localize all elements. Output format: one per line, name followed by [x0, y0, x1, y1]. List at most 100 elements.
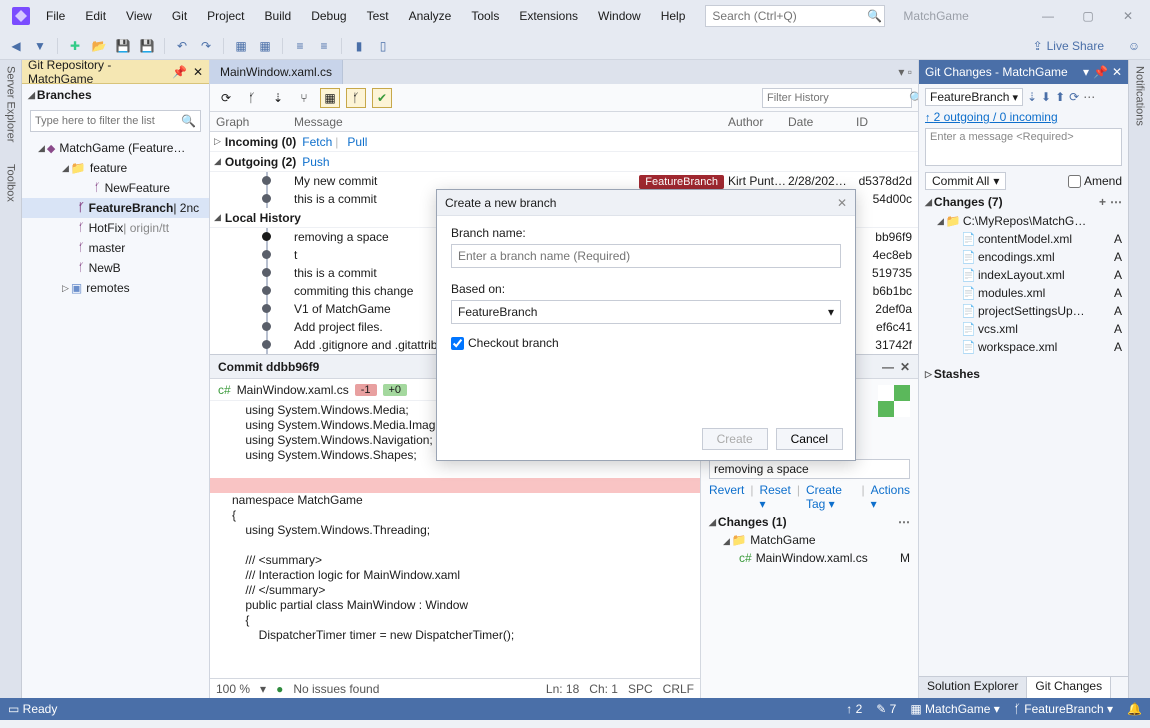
col-message[interactable]: Message	[294, 112, 728, 131]
col-author[interactable]: Author	[728, 112, 788, 131]
outdent-icon[interactable]: ≡	[314, 36, 334, 56]
branch-name-input[interactable]	[451, 244, 841, 268]
pull-link[interactable]: Pull	[347, 135, 367, 149]
close-icon[interactable]: ✕	[1112, 65, 1122, 79]
commit-message-input[interactable]: Enter a message <Required>	[925, 128, 1122, 166]
save-icon[interactable]: 💾	[113, 36, 133, 56]
dropdown-icon[interactable]: ▾	[1083, 65, 1089, 79]
menu-view[interactable]: View	[118, 5, 160, 27]
tool-icon-2[interactable]: ▦	[255, 36, 275, 56]
nav-fwd-icon[interactable]: ▼	[30, 36, 50, 56]
branch-filter-input[interactable]	[35, 115, 181, 127]
menu-test[interactable]: Test	[359, 5, 397, 27]
tree-feature-folder[interactable]: ◢📁feature	[22, 158, 209, 178]
changed-file[interactable]: 📄 vcs.xmlA	[919, 320, 1128, 338]
col-id[interactable]: ID	[856, 112, 918, 131]
tree-hotfix[interactable]: ᚶHotFix | origin/tt	[22, 218, 209, 238]
pull-icon[interactable]: ⬇	[1041, 90, 1051, 104]
tool-icon-1[interactable]: ▦	[231, 36, 251, 56]
dialog-close-icon[interactable]: ✕	[837, 196, 847, 210]
branch-selector[interactable]: FeatureBranch ▾	[925, 88, 1023, 106]
checkout-branch-checkbox[interactable]: Checkout branch	[451, 336, 841, 350]
branch-filter[interactable]: 🔍	[30, 110, 201, 132]
menu-build[interactable]: Build	[257, 5, 300, 27]
commit-all-button[interactable]: Commit All ▾	[925, 172, 1006, 190]
commit-row[interactable]: My new commitFeatureBranchKirt Punt…2/28…	[210, 172, 918, 190]
branch-icon[interactable]: ᚶ	[242, 88, 262, 108]
save-all-icon[interactable]: 💾	[137, 36, 157, 56]
tab-solution-explorer[interactable]: Solution Explorer	[919, 677, 1027, 698]
changed-file[interactable]: 📄 workspace.xmlA	[919, 338, 1128, 356]
more-icon[interactable]: ⋯	[1083, 90, 1095, 104]
tree-remotes[interactable]: ▷▣remotes	[22, 278, 209, 298]
merge-icon[interactable]: ⑂	[294, 88, 314, 108]
changed-file[interactable]: 📄 contentModel.xmlA	[919, 230, 1128, 248]
undo-icon[interactable]: ↶	[172, 36, 192, 56]
minimize-button[interactable]: —	[1030, 5, 1066, 27]
menu-analyze[interactable]: Analyze	[401, 5, 460, 27]
nav-back-icon[interactable]: ◀	[6, 36, 26, 56]
changed-file[interactable]: 📄 indexLayout.xmlA	[919, 266, 1128, 284]
tree-newfeature[interactable]: ᚶNewFeature	[22, 178, 209, 198]
git-repository-tab[interactable]: Git Repository - MatchGame 📌 ✕	[22, 60, 209, 84]
tab-git-changes[interactable]: Git Changes	[1027, 677, 1111, 698]
refresh-icon[interactable]: ⟳	[216, 88, 236, 108]
status-branch[interactable]: ᚶ FeatureBranch ▾	[1014, 702, 1113, 716]
indent-icon[interactable]: ≡	[290, 36, 310, 56]
changed-file[interactable]: 📄 modules.xmlA	[919, 284, 1128, 302]
menu-help[interactable]: Help	[653, 5, 694, 27]
push-icon[interactable]: ⬆	[1055, 90, 1065, 104]
push-link[interactable]: Push	[302, 155, 329, 169]
close-tab-icon[interactable]: ✕	[193, 65, 203, 79]
revert-link[interactable]: Revert	[709, 483, 744, 511]
col-date[interactable]: Date	[788, 112, 856, 131]
cancel-button[interactable]: Cancel	[776, 428, 843, 450]
menu-project[interactable]: Project	[199, 5, 252, 27]
fetch-icon[interactable]: ⇣	[1027, 90, 1037, 104]
toggle-author-icon[interactable]: ᚶ	[346, 88, 366, 108]
close-icon[interactable]: ✕	[900, 360, 910, 374]
filter-history-input[interactable]	[767, 92, 909, 104]
fetch-link[interactable]: Fetch	[302, 135, 332, 149]
pin-icon[interactable]: 📌	[172, 65, 187, 79]
commit-message-box[interactable]: removing a space	[709, 459, 910, 479]
tree-master[interactable]: ᚶmaster	[22, 238, 209, 258]
uncomment-icon[interactable]: ▯	[373, 36, 393, 56]
more-icon[interactable]: ⋯	[898, 515, 910, 529]
outgoing-section[interactable]: ◢Outgoing (2) Push	[210, 152, 918, 172]
editor-tab-mainwindow[interactable]: MainWindow.xaml.cs	[210, 60, 343, 84]
comment-icon[interactable]: ▮	[349, 36, 369, 56]
changed-file[interactable]: 📄 projectSettingsUp…A	[919, 302, 1128, 320]
changes-section[interactable]: ◢Changes (7)+⋯	[919, 192, 1128, 212]
changes-root[interactable]: ◢📁 C:\MyRepos\MatchG…	[919, 212, 1128, 230]
more-icon[interactable]: ⋯	[1110, 195, 1122, 209]
maximize-button[interactable]: ▢	[1070, 5, 1106, 27]
dash-icon[interactable]: —	[882, 360, 894, 374]
tab-notifications[interactable]: Notifications	[1132, 64, 1148, 128]
create-button[interactable]: Create	[702, 428, 768, 450]
menu-debug[interactable]: Debug	[303, 5, 354, 27]
close-button[interactable]: ✕	[1110, 5, 1146, 27]
menu-tools[interactable]: Tools	[463, 5, 507, 27]
filter-history[interactable]: 🔍 ▾	[762, 88, 912, 108]
pin-icon[interactable]: 📌	[1093, 65, 1108, 79]
sync-icon[interactable]: ⟳	[1069, 90, 1079, 104]
reset-link[interactable]: Reset ▾	[759, 483, 790, 511]
create-tag-link[interactable]: Create Tag ▾	[806, 483, 856, 511]
tab-server-explorer[interactable]: Server Explorer	[3, 64, 19, 144]
live-share-button[interactable]: ⇪ Live Share	[1025, 37, 1112, 55]
amend-checkbox[interactable]: Amend	[1068, 174, 1122, 188]
pending-count[interactable]: ✎ 7	[876, 702, 896, 716]
quick-search-input[interactable]	[712, 9, 867, 23]
status-repo[interactable]: ▦ MatchGame ▾	[910, 702, 999, 716]
changed-file[interactable]: 📄 encodings.xmlA	[919, 248, 1128, 266]
stashes-section[interactable]: ▷Stashes	[919, 364, 1128, 384]
feedback-icon[interactable]: ☺	[1124, 36, 1144, 56]
menu-file[interactable]: File	[38, 5, 73, 27]
menu-git[interactable]: Git	[164, 5, 195, 27]
incoming-section[interactable]: ▷Incoming (0) Fetch | Pull	[210, 132, 918, 152]
quick-search[interactable]: 🔍	[705, 5, 885, 27]
tab-dropdown-icon[interactable]: ▾	[898, 65, 904, 79]
fetch-icon[interactable]: ⇣	[268, 88, 288, 108]
menu-extensions[interactable]: Extensions	[511, 5, 586, 27]
